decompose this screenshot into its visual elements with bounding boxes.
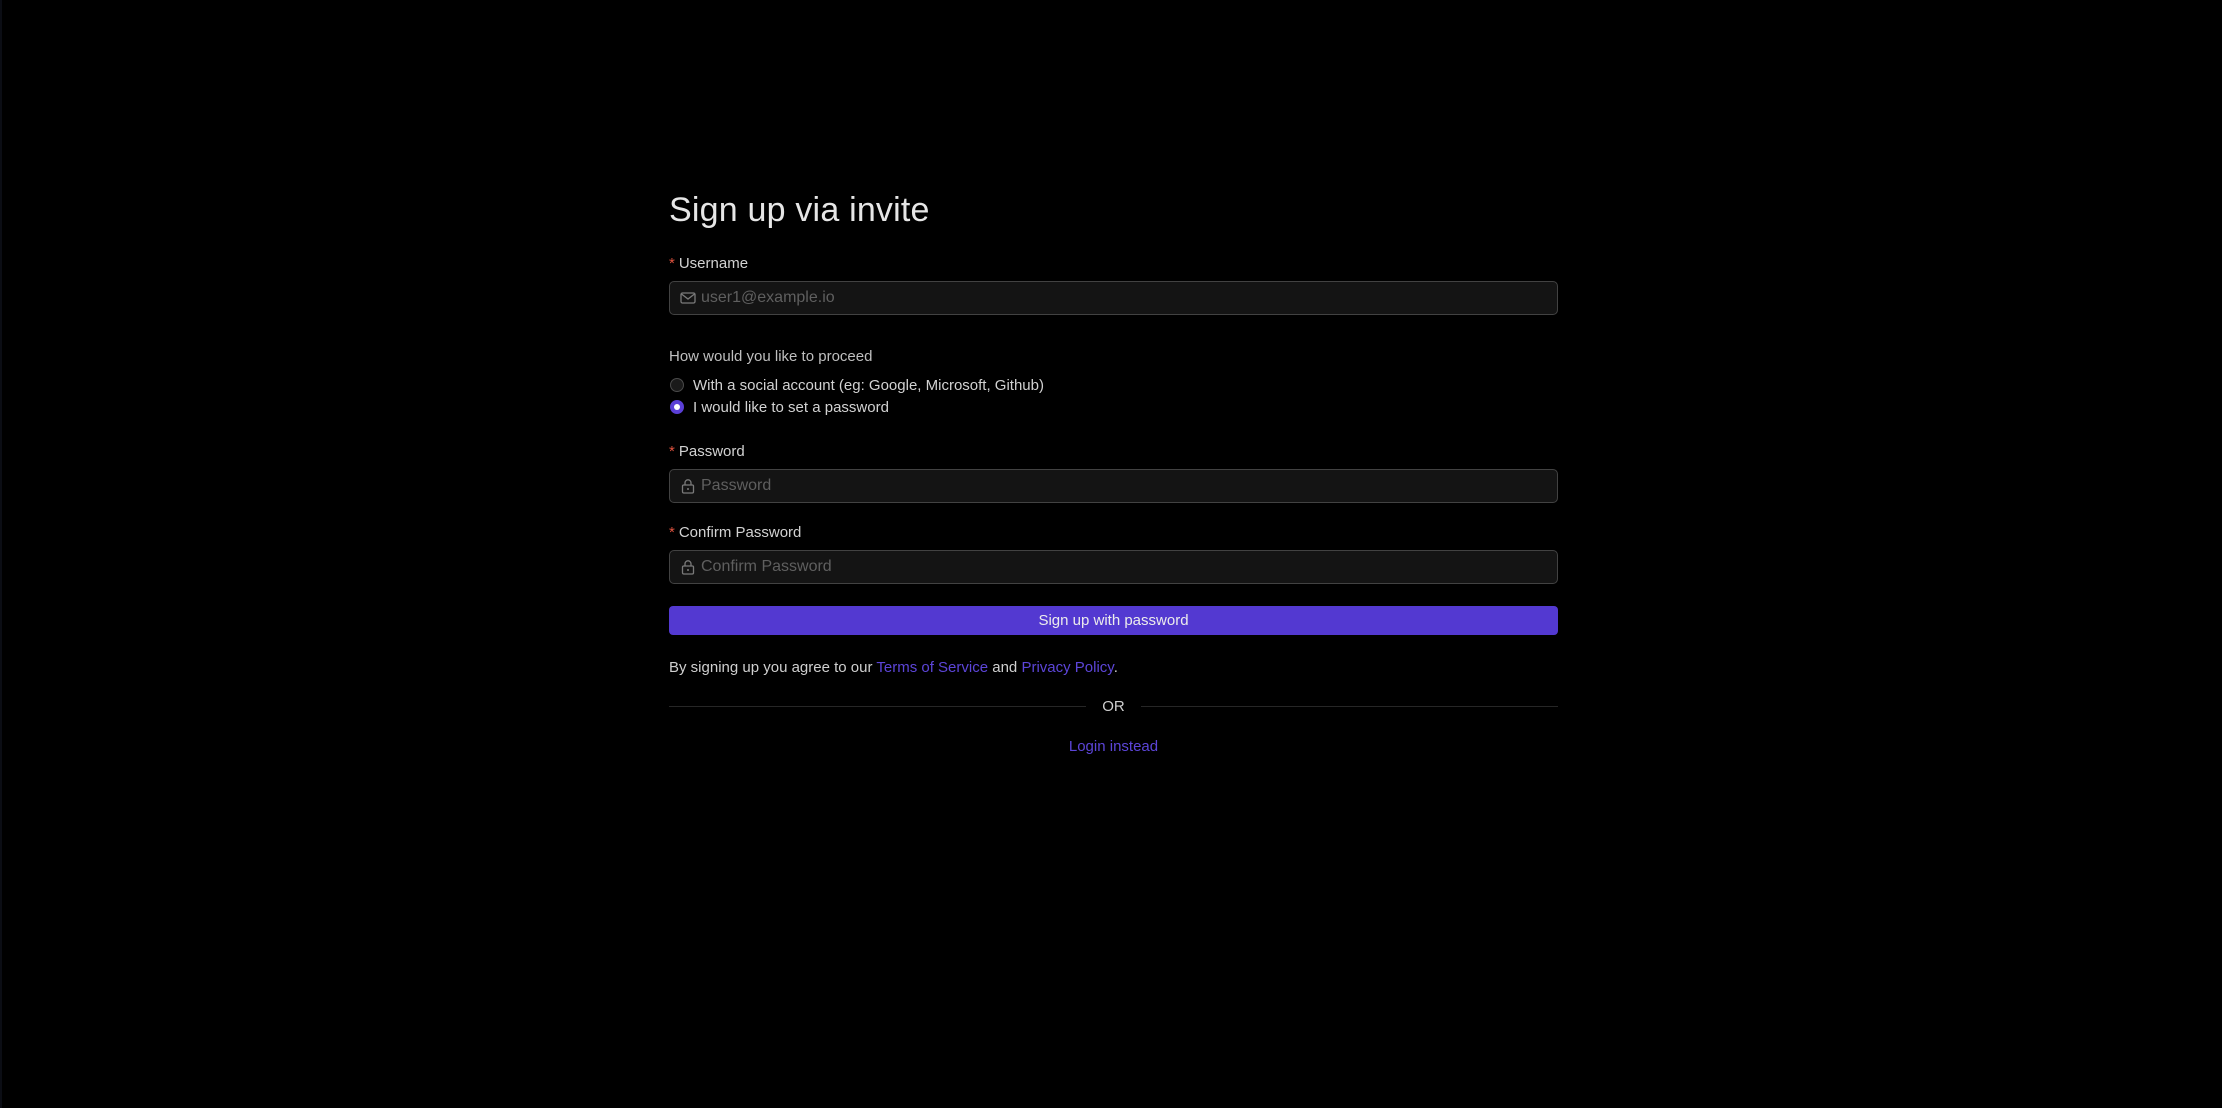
radio-option-password[interactable]: I would like to set a password: [669, 396, 1558, 418]
divider-line-left: [669, 705, 1087, 707]
password-input[interactable]: [701, 471, 1557, 501]
required-marker: *: [669, 442, 675, 460]
password-label-text: Password: [678, 442, 745, 460]
login-instead-link[interactable]: Login instead: [1069, 738, 1158, 755]
terms-suffix: .: [1113, 659, 1118, 676]
username-input[interactable]: [701, 283, 1557, 313]
page-title: Sign up via invite: [669, 191, 930, 229]
confirm-password-input[interactable]: [701, 552, 1557, 582]
radio-password-label: I would like to set a password: [693, 398, 889, 416]
terms-prefix: By signing up you agree to our: [669, 659, 877, 676]
radio-option-social[interactable]: With a social account (eg: Google, Micro…: [669, 374, 1558, 396]
radio-password[interactable]: [670, 400, 684, 414]
terms-of-service-link[interactable]: Terms of Service: [876, 659, 988, 676]
login-row: Login instead: [669, 737, 1558, 757]
password-label: * Password: [669, 441, 1558, 461]
signup-form: Sign up via invite * Username How would …: [669, 187, 1558, 757]
username-label: * Username: [669, 253, 1558, 273]
lock-icon: [680, 478, 696, 494]
proceed-question: How would you like to proceed: [669, 348, 873, 365]
required-marker: *: [669, 523, 675, 541]
or-divider: OR: [669, 696, 1558, 716]
mail-icon: [680, 290, 696, 306]
confirm-password-label-text: Confirm Password: [678, 523, 802, 541]
username-field[interactable]: [669, 281, 1558, 315]
radio-social[interactable]: [670, 378, 684, 392]
signup-with-password-button[interactable]: Sign up with password: [669, 606, 1558, 635]
terms-middle: and: [988, 659, 1022, 676]
privacy-policy-link[interactable]: Privacy Policy: [1021, 659, 1113, 676]
confirm-password-label: * Confirm Password: [669, 522, 1558, 542]
confirm-password-field[interactable]: [669, 550, 1558, 584]
required-marker: *: [669, 254, 675, 272]
window-edge: [0, 0, 2, 1108]
divider-line-right: [1140, 705, 1558, 707]
or-text: OR: [1102, 697, 1125, 715]
lock-icon: [680, 559, 696, 575]
username-label-text: Username: [678, 254, 749, 272]
terms-text: By signing up you agree to our Terms of …: [669, 658, 1558, 678]
password-field[interactable]: [669, 469, 1558, 503]
radio-social-label: With a social account (eg: Google, Micro…: [693, 376, 1044, 394]
